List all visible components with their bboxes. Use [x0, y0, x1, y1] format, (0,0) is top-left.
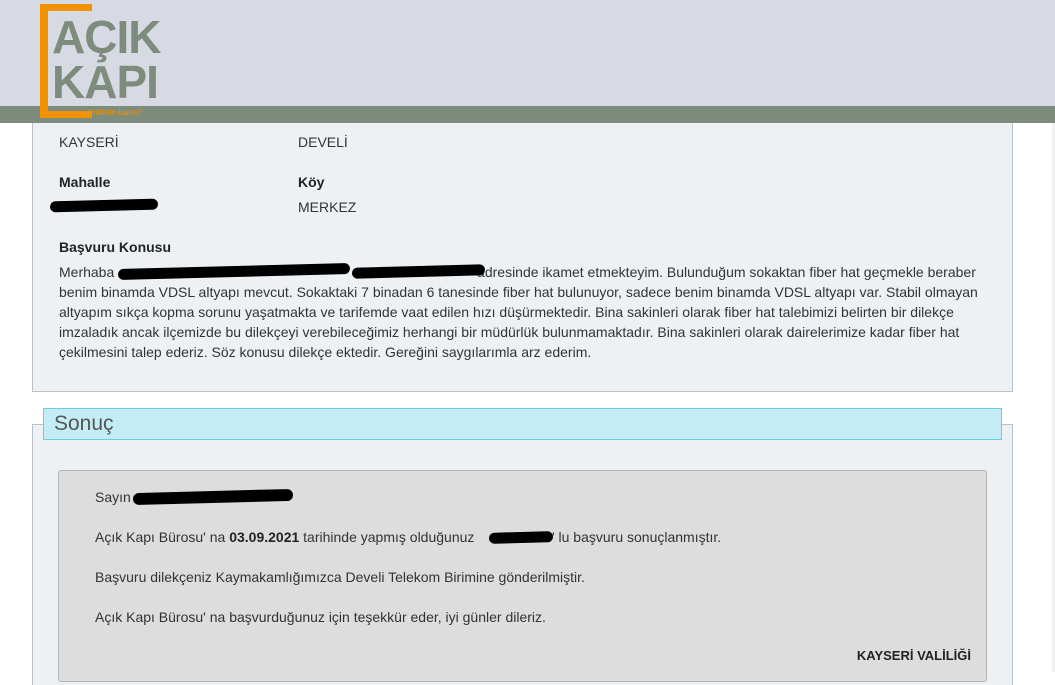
redaction-mark [488, 531, 554, 544]
logo-bracket [40, 4, 48, 118]
logo-bracket-bottom [40, 111, 92, 118]
logo-text-line1: AÇIK [52, 11, 161, 63]
sonuc-header: Sonuç [43, 408, 1002, 440]
logo-tagline: "milletin kapısı" [88, 108, 143, 117]
application-date: 03.09.2021 [229, 529, 300, 545]
result-line1-a: Açık Kapı Bürosu' na [95, 529, 230, 545]
result-line2: Başvuru dilekçeniz Kaymakamlığımızca Dev… [95, 569, 585, 585]
ilce-value: DEVELİ [298, 134, 348, 150]
logo-bracket-top [40, 4, 92, 11]
koy-label: Köy [298, 174, 325, 190]
il-value: KAYSERİ [59, 134, 119, 150]
konu-text-rest: adresinde ikamet etmekteyim. Bulunduğum … [59, 264, 978, 360]
sonuc-title: Sonuç [54, 412, 114, 435]
koy-value: MERKEZ [298, 199, 357, 215]
redaction-mark [132, 488, 294, 506]
acik-kapi-logo[interactable]: AÇIK KAPI "milletin kapısı" [40, 4, 175, 122]
mahalle-label: Mahalle [59, 174, 111, 190]
greeting-text: Sayın [95, 489, 131, 505]
konu-text-start: Merhaba [59, 264, 115, 280]
result-line3: Açık Kapı Bürosu' na başvurduğunuz için … [95, 609, 546, 625]
result-line1-c: no' lu başvuru sonuçlanmıştır. [536, 529, 722, 545]
logo-text-line2: KAPI [52, 56, 159, 108]
konu-label: Başvuru Konusu [59, 239, 172, 255]
result-line1: Açık Kapı Bürosu' na 03.09.2021 tarihind… [95, 529, 721, 545]
result-line1-b: tarihinde yapmış olduğunuz [299, 529, 475, 545]
result-box: Sayın Açık Kapı Bürosu' na 03.09.2021 ta… [58, 470, 987, 682]
signature: KAYSERİ VALİLİĞİ [856, 648, 971, 663]
